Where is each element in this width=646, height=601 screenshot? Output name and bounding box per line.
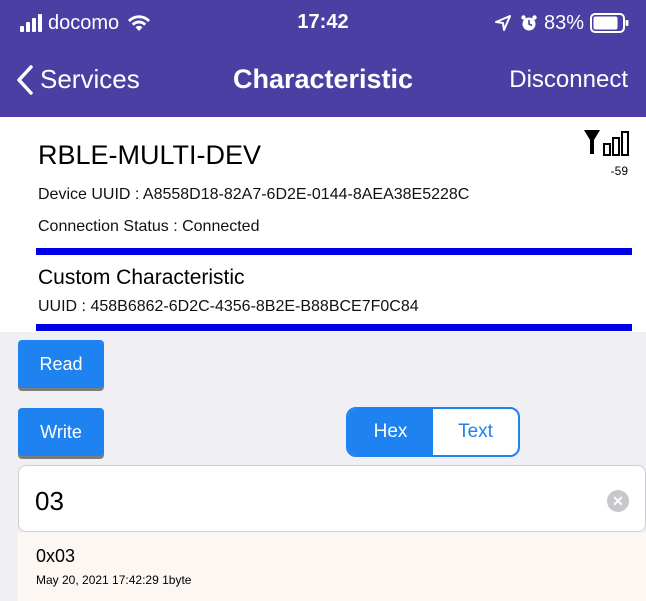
connection-status: Connection Status : Connected	[38, 218, 260, 235]
format-segmented-control: Hex Text	[346, 407, 520, 457]
status-right: 83%	[494, 11, 630, 35]
battery-icon	[590, 13, 629, 33]
log-meta: May 20, 2021 17:42:29 1byte	[36, 573, 192, 587]
section-divider	[36, 324, 632, 331]
value-input[interactable]: 03 ✕	[18, 465, 646, 532]
section-divider	[36, 248, 632, 255]
segment-text[interactable]: Text	[433, 409, 518, 455]
write-button[interactable]: Write	[18, 408, 104, 456]
read-button[interactable]: Read	[18, 340, 104, 388]
log-value: 0x03	[36, 546, 76, 566]
alarm-icon	[521, 15, 537, 31]
characteristic-name: Custom Characteristic	[38, 266, 245, 289]
value-input-text[interactable]: 03	[35, 486, 64, 517]
status-bar: docomo 17:42 83%	[0, 0, 646, 44]
clear-icon[interactable]: ✕	[607, 490, 629, 512]
device-uuid: Device UUID : A8558D18-82A7-6D2E-0144-8A…	[38, 186, 470, 203]
characteristic-uuid: UUID : 458B6862-6D2C-4356-8B2E-B88BCE7F0…	[38, 298, 419, 315]
location-arrow-icon	[494, 15, 511, 31]
device-name: RBLE-MULTI-DEV	[38, 140, 262, 170]
rssi-value: -59	[610, 164, 628, 178]
segment-hex[interactable]: Hex	[348, 409, 433, 455]
battery-percent: 83%	[543, 11, 584, 34]
navigation-bar: Services Characteristic Disconnect	[0, 44, 646, 117]
disconnect-button[interactable]: Disconnect	[509, 66, 628, 94]
log-entry: 0x03 May 20, 2021 17:42:29 1byte	[18, 532, 646, 601]
